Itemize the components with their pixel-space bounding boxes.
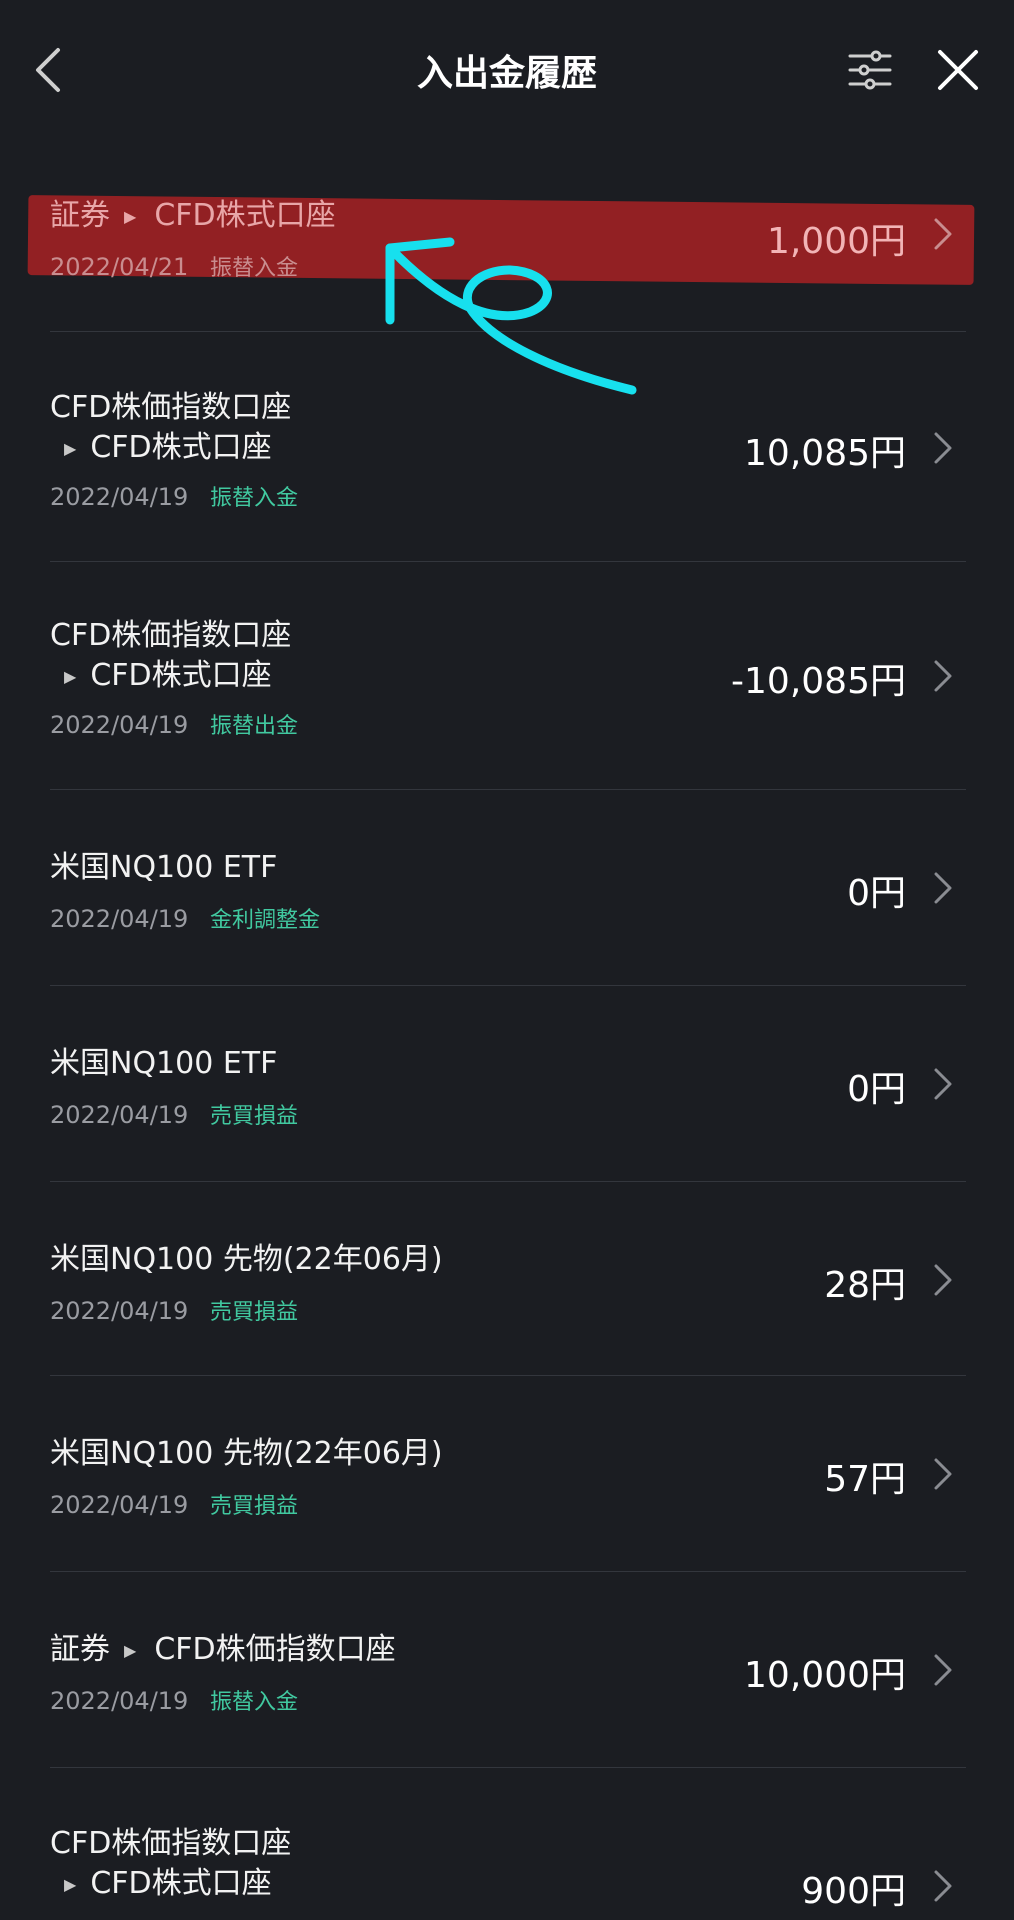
transfer-arrow-icon: ▶ [124,1641,137,1660]
transaction-row[interactable]: 証券 ▶ CFD株価指数口座 2022/04/19 振替入金 10,000円 [0,1572,1014,1768]
chevron-right-icon [934,218,952,250]
filter-button[interactable] [842,42,898,98]
transaction-row[interactable]: 米国NQ100 先物(22年06月) 2022/04/19 売買損益 57円 [0,1376,1014,1572]
transaction-meta: 2022/04/19 売買損益 [50,1098,298,1130]
transfer-arrow-icon: ▶ [64,1875,77,1894]
transaction-type: 売買損益 [209,1494,298,1519]
transaction-type: 振替出金 [209,714,298,739]
transaction-amount: 0円 [847,873,906,914]
transaction-type: 売買損益 [209,1104,298,1129]
transaction-date: 2022/04/21 [50,253,189,281]
transaction-sub: ▶ CFD株式口座 [64,658,272,693]
sliders-icon [848,50,892,90]
transaction-row[interactable]: CFD株価指数口座 ▶ CFD株式口座 2022/04/19 振替出金 -10,0… [0,562,1014,790]
transaction-amount: 900円 [801,1871,906,1912]
transaction-name: 米国NQ100 先物(22年06月) [50,1436,443,1471]
chevron-right-icon [934,872,952,904]
transaction-type: 振替入金 [209,486,298,511]
close-button[interactable] [930,42,986,98]
transaction-name: 米国NQ100 ETF [50,1046,278,1081]
transaction-date: 2022/04/19 [50,905,189,933]
transaction-list: 証券 ▶ CFD株式口座 2022/04/21 振替入金 1,000円 CFD株価指… [0,150,1014,1918]
transaction-name: 証券 ▶ CFD株価指数口座 [50,1632,396,1667]
transaction-type: 金利調整金 [209,908,320,933]
chevron-right-icon [934,1458,952,1490]
transaction-type: 振替入金 [209,256,298,281]
chevron-right-icon [934,432,952,464]
transaction-amount: 28円 [824,1265,906,1306]
transaction-date: 2022/04/19 [50,711,189,739]
transaction-amount: 10,085円 [744,433,906,474]
chevron-right-icon [934,1264,952,1296]
transaction-meta: 2022/04/19 振替入金 [50,1684,298,1716]
transaction-amount: 0円 [847,1069,906,1110]
transaction-date: 2022/04/19 [50,483,189,511]
chevron-right-icon [934,660,952,692]
chevron-right-icon [934,1654,952,1686]
transaction-sub: ▶ CFD株式口座 [64,430,272,465]
transaction-date: 2022/04/19 [50,1491,189,1519]
header-bar: 入出金履歴 [0,0,1014,140]
transaction-meta: 2022/04/19 売買損益 [50,1294,298,1326]
transaction-meta: 2022/04/19 売買損益 [50,1488,298,1520]
transfer-arrow-icon: ▶ [64,667,77,686]
chevron-right-icon [934,1068,952,1100]
transaction-row[interactable]: 米国NQ100 ETF 2022/04/19 売買損益 0円 [0,986,1014,1182]
chevron-right-icon [934,1870,952,1902]
transfer-arrow-icon: ▶ [64,439,77,458]
transaction-row[interactable]: 米国NQ100 ETF 2022/04/19 金利調整金 0円 [0,790,1014,986]
transaction-meta: 2022/04/19 振替出金 [50,708,298,740]
transfer-arrow-icon: ▶ [124,207,137,226]
transaction-date: 2022/04/19 [50,1687,189,1715]
transaction-type: 振替入金 [209,1690,298,1715]
transaction-date: 2022/04/19 [50,1297,189,1325]
transaction-name: 米国NQ100 先物(22年06月) [50,1242,443,1277]
transaction-name: CFD株価指数口座 [50,1826,292,1861]
transaction-name: 証券 ▶ CFD株式口座 [50,198,336,233]
transaction-name: CFD株価指数口座 [50,390,292,425]
transaction-meta: 2022/04/19 金利調整金 [50,902,320,934]
transaction-meta: 2022/04/21 振替入金 [50,250,298,282]
transaction-sub: ▶ CFD株式口座 [64,1866,272,1901]
transaction-amount: 1,000円 [766,221,906,262]
transaction-name: CFD株価指数口座 [50,618,292,653]
transaction-type: 売買損益 [209,1300,298,1325]
transaction-date: 2022/04/19 [50,1101,189,1129]
transaction-name: 米国NQ100 ETF [50,850,278,885]
transaction-amount: 57円 [824,1459,906,1500]
close-icon [938,50,978,90]
transaction-amount: 10,000円 [744,1655,906,1696]
transaction-meta: 2022/04/19 振替入金 [50,480,298,512]
annotation-arrow-icon [385,237,637,395]
transaction-row[interactable]: 米国NQ100 先物(22年06月) 2022/04/19 売買損益 28円 [0,1182,1014,1376]
transaction-amount: -10,085円 [731,661,906,702]
transaction-row[interactable]: CFD株価指数口座 ▶ CFD株式口座 900円 [0,1768,1014,1918]
